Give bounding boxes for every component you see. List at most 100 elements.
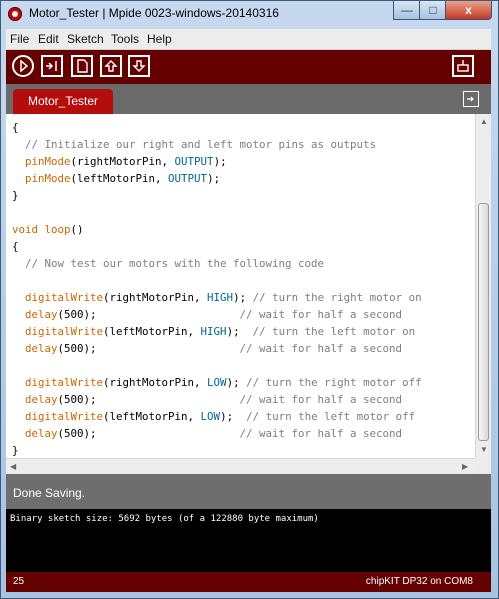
tab-motor-tester[interactable]: Motor_Tester [13,89,113,114]
code-token: ); [233,291,253,304]
code-line: digitalWrite(rightMotorPin, HIGH); // tu… [12,289,422,306]
title-bar: Motor_Tester | Mpide 0023-windows-201403… [1,1,498,29]
code-token: digitalWrite [25,325,104,338]
scroll-corner [475,458,491,474]
code-editor[interactable]: { // Initialize our right and left motor… [6,114,475,458]
close-button[interactable]: x [445,1,492,20]
code-token: LOW [200,410,221,423]
maximize-button[interactable]: □ [419,1,447,20]
code-token: pinMode [25,155,71,168]
code-line: // Initialize our right and left motor p… [12,136,422,153]
code-token: delay [25,393,58,406]
scroll-thumb[interactable] [478,203,489,441]
code-token: digitalWrite [25,376,104,389]
serial-monitor-button[interactable] [452,55,474,77]
code-line: } [12,187,422,204]
menu-help[interactable]: Help [147,32,172,46]
menu-edit[interactable]: Edit [38,32,59,46]
code-line: void loop() [12,221,422,238]
mpide-logo-icon [8,7,22,21]
code-token: // wait for half a second [239,308,403,321]
code-token: // turn the left motor off [246,410,416,423]
code-token: delay [25,308,58,321]
code-line: delay(500); // wait for half a second [12,425,422,442]
code-token: // turn the right motor off [246,376,422,389]
code-token: // Initialize our right and left motor p… [12,138,377,151]
code-token: loop [44,223,71,236]
status-bar: Done Saving. [6,474,491,509]
code-token: } [12,444,19,457]
console-text: Binary sketch size: 5692 bytes (of a 122… [10,514,319,524]
code-token: // turn the right motor on [252,291,422,304]
code-token: (rightMotorPin, [103,376,208,389]
new-button[interactable] [71,55,93,77]
code-token: (500); [57,342,240,355]
vertical-scrollbar[interactable]: ▲ ▼ [475,114,491,458]
code-line: { [12,238,422,255]
menu-bar: File Edit Sketch Tools Help [6,29,491,50]
code-token: LOW [207,376,227,389]
code-token: pinMode [25,172,71,185]
save-button[interactable] [128,55,150,77]
scroll-up-icon[interactable]: ▲ [480,117,488,126]
code-token: { [12,240,19,253]
code-token: (500); [57,427,240,440]
code-token: void [12,223,39,236]
upload-button[interactable] [41,55,63,77]
footer-bar: 25 chipKIT DP32 on COM8 [6,572,491,592]
code-token: OUTPUT [168,172,208,185]
tab-menu-icon [467,96,474,102]
menu-tools[interactable]: Tools [111,32,139,46]
board-port: chipKIT DP32 on COM8 [365,576,473,587]
code-token: (leftMotorPin, [103,410,201,423]
code-line: } [12,442,422,458]
code-token: ); [213,155,227,168]
code-line: delay(500); // wait for half a second [12,340,422,357]
minimize-button[interactable]: — [393,1,421,20]
code-token: HIGH [200,325,227,338]
code-token: // wait for half a second [239,427,403,440]
open-button[interactable] [100,55,122,77]
scroll-right-icon[interactable]: ▶ [462,462,468,471]
code-line: delay(500); // wait for half a second [12,391,422,408]
play-icon [20,59,29,73]
scroll-left-icon[interactable]: ◀ [10,462,16,471]
code-token: ); [220,410,247,423]
menu-file[interactable]: File [10,32,29,46]
horizontal-scrollbar[interactable]: ◀ ▶ [6,458,475,474]
code-token: (500); [57,308,240,321]
scroll-down-icon[interactable]: ▼ [480,445,488,454]
code-token: HIGH [207,291,234,304]
code-line: pinMode(rightMotorPin, OUTPUT); [12,153,422,170]
code-text: { // Initialize our right and left motor… [12,119,422,458]
window-title: Motor_Tester | Mpide 0023-windows-201403… [29,6,279,20]
toolbar [6,50,491,84]
verify-button[interactable] [12,55,34,77]
menu-sketch[interactable]: Sketch [67,32,104,46]
console-output: Binary sketch size: 5692 bytes (of a 122… [6,509,491,572]
code-line: digitalWrite(leftMotorPin, LOW); // turn… [12,408,422,425]
code-token: // wait for half a second [239,393,403,406]
tab-bar: Motor_Tester [6,84,491,114]
code-token: // Now test our motors with the followin… [12,257,325,270]
code-token: // turn the left motor on [252,325,416,338]
code-token: OUTPUT [174,155,214,168]
tab-menu-button[interactable] [463,91,479,107]
code-token: (rightMotorPin, [70,155,175,168]
code-token: digitalWrite [25,410,104,423]
code-line: digitalWrite(leftMotorPin, HIGH); // tur… [12,323,422,340]
code-token: (rightMotorPin, [103,291,208,304]
code-token: () [70,223,84,236]
